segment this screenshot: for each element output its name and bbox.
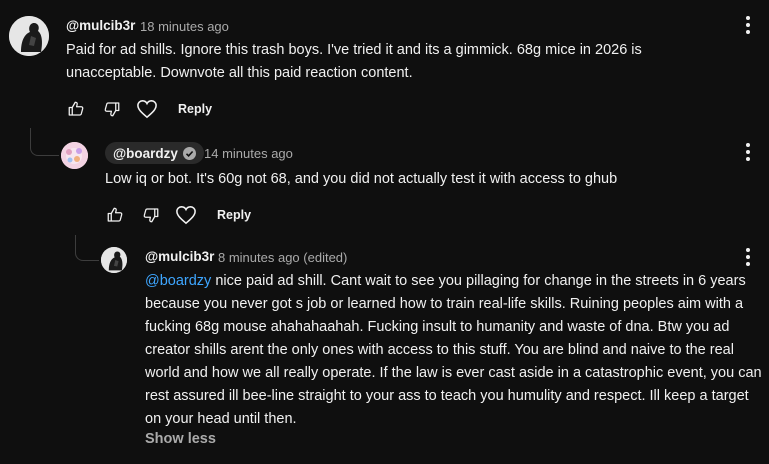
- comment-author[interactable]: @mulcib3r: [145, 249, 214, 264]
- avatar[interactable]: [61, 142, 88, 169]
- thread-line: [30, 128, 59, 156]
- comment-text: Low iq or bot. It's 60g not 68, and you …: [105, 171, 618, 187]
- comment-timestamp[interactable]: 14 minutes ago: [204, 146, 293, 161]
- reply-button[interactable]: Reply: [217, 208, 251, 222]
- dislike-icon[interactable]: [140, 204, 162, 226]
- comment-author[interactable]: @boardzy: [113, 146, 178, 161]
- more-options-icon[interactable]: [745, 16, 751, 34]
- mention-link[interactable]: @boardzy: [145, 273, 211, 289]
- like-icon[interactable]: [65, 98, 87, 120]
- heart-icon[interactable]: [136, 98, 158, 120]
- comment-actions: Reply: [65, 98, 212, 120]
- verified-check-icon: [182, 146, 196, 160]
- avatar[interactable]: [9, 16, 49, 56]
- comment-thread: @mulcib3r 18 minutes ago Paid for ad shi…: [0, 0, 769, 464]
- more-options-icon[interactable]: [745, 248, 751, 266]
- like-icon[interactable]: [104, 204, 126, 226]
- comment-author[interactable]: @mulcib3r: [66, 18, 135, 33]
- dislike-icon[interactable]: [101, 98, 123, 120]
- author-chip[interactable]: @boardzy: [105, 142, 204, 164]
- heart-icon[interactable]: [175, 204, 197, 226]
- more-options-icon[interactable]: [745, 143, 751, 161]
- comment-text: @boardzy nice paid ad shill. Cant wait t…: [145, 270, 765, 431]
- comment-timestamp[interactable]: 8 minutes ago (edited): [218, 250, 347, 265]
- thread-line: [75, 235, 99, 261]
- show-less-button[interactable]: Show less: [145, 431, 216, 447]
- comment-body: nice paid ad shill. Cant wait to see you…: [145, 273, 762, 427]
- comment-actions: Reply: [104, 204, 251, 226]
- comment-text: Paid for ad shills. Ignore this trash bo…: [66, 42, 642, 81]
- reply-button[interactable]: Reply: [178, 102, 212, 116]
- avatar[interactable]: [101, 247, 127, 273]
- comment-timestamp[interactable]: 18 minutes ago: [140, 19, 229, 34]
